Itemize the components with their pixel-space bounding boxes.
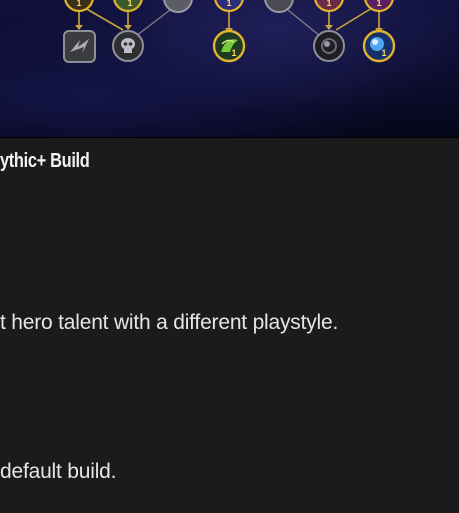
talent-node-storm[interactable]: [63, 30, 96, 63]
talent-node-top-2[interactable]: 1: [113, 0, 143, 13]
talent-node-void[interactable]: [313, 30, 345, 62]
talent-node-skull[interactable]: [112, 30, 144, 62]
svg-text:1: 1: [127, 0, 132, 8]
svg-text:1: 1: [226, 0, 231, 8]
talent-node-top-4[interactable]: 1: [214, 0, 244, 13]
paragraph-line: t hero talent with a different playstyle…: [0, 311, 339, 334]
svg-text:1: 1: [231, 48, 236, 58]
paragraph-line: default build.: [0, 460, 117, 483]
svg-text:1: 1: [76, 0, 81, 8]
section-title: ythic+ Build: [0, 150, 90, 172]
talent-node-top-6[interactable]: 1: [314, 0, 344, 13]
guide-page: 1 1 1 1 1 1 1 ythic+ Build t hero talent…: [0, 0, 459, 513]
svg-text:1: 1: [381, 48, 386, 58]
svg-text:1: 1: [376, 0, 381, 8]
talent-node-frost[interactable]: 1: [362, 29, 396, 63]
talent-tree-graphic: 1 1 1 1 1 1 1: [63, 0, 396, 63]
talent-node-nature[interactable]: 1: [212, 29, 246, 63]
talent-node-top-3[interactable]: [163, 0, 193, 13]
svg-text:1: 1: [326, 0, 331, 8]
talent-tree-panel: 1 1 1 1 1 1 1: [0, 0, 459, 138]
